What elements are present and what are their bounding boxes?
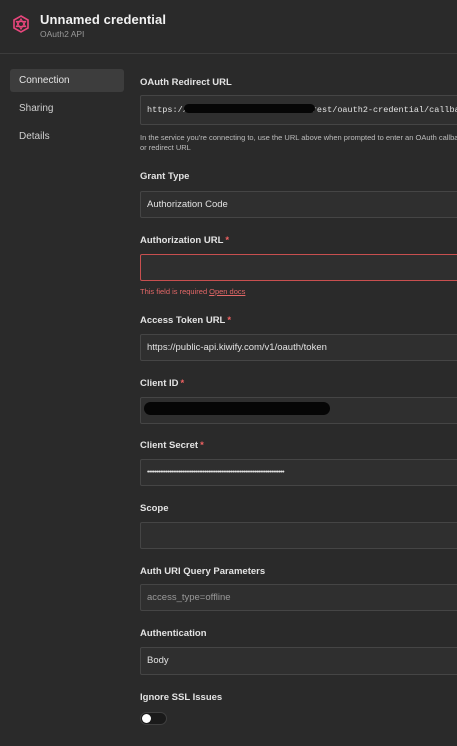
redirect-url-label: OAuth Redirect URL: [140, 77, 232, 88]
authorization-url-input[interactable]: [140, 254, 457, 281]
access-token-url-label: Access Token URL *: [140, 315, 232, 326]
client-secret-input[interactable]: ••••••••••••••••••••••••••••••••••••••••…: [140, 459, 457, 486]
required-marker: *: [180, 378, 185, 389]
redacted-client-id: [144, 402, 330, 415]
n8n-gear-icon: [13, 15, 29, 33]
sidebar-item-connection[interactable]: Connection: [10, 69, 124, 92]
authentication-label: Authentication: [140, 628, 207, 639]
redirect-url-prefix: https://: [147, 105, 188, 115]
ignore-ssl-label: Ignore SSL Issues: [140, 692, 223, 703]
credential-type: OAuth2 API: [40, 29, 85, 39]
sidebar-item-sharing[interactable]: Sharing: [10, 97, 124, 120]
redirect-url-suffix: rest/oauth2-credential/callback: [311, 105, 457, 115]
redacted-host: [184, 104, 315, 113]
toggle-knob: [142, 714, 151, 723]
auth-uri-query-input[interactable]: access_type=offline: [140, 584, 457, 611]
client-id-label: Client ID *: [140, 378, 185, 389]
ignore-ssl-toggle[interactable]: [140, 712, 167, 725]
authentication-select[interactable]: Body: [140, 647, 457, 675]
authorization-url-error: This field is required Open docs: [140, 287, 246, 296]
scope-label: Scope: [140, 503, 169, 514]
required-marker: *: [227, 315, 232, 326]
authorization-url-label: Authorization URL *: [140, 235, 230, 246]
grant-type-label: Grant Type: [140, 171, 190, 182]
redirect-url-help: In the service you're connecting to, use…: [140, 133, 457, 152]
sidebar: Connection Sharing Details: [10, 69, 124, 153]
required-marker: *: [225, 235, 230, 246]
client-secret-label: Client Secret *: [140, 440, 204, 451]
scope-input[interactable]: [140, 522, 457, 549]
required-marker: *: [200, 440, 204, 451]
auth-uri-query-label: Auth URI Query Parameters: [140, 566, 266, 577]
sidebar-item-details[interactable]: Details: [10, 125, 124, 148]
grant-type-select[interactable]: Authorization Code: [140, 191, 457, 218]
open-docs-link[interactable]: Open docs: [209, 287, 245, 296]
connection-form: OAuth Redirect URL https:// rest/oauth2-c…: [140, 0, 457, 746]
access-token-url-input[interactable]: https://public-api.kiwify.com/v1/oauth/t…: [140, 334, 457, 361]
